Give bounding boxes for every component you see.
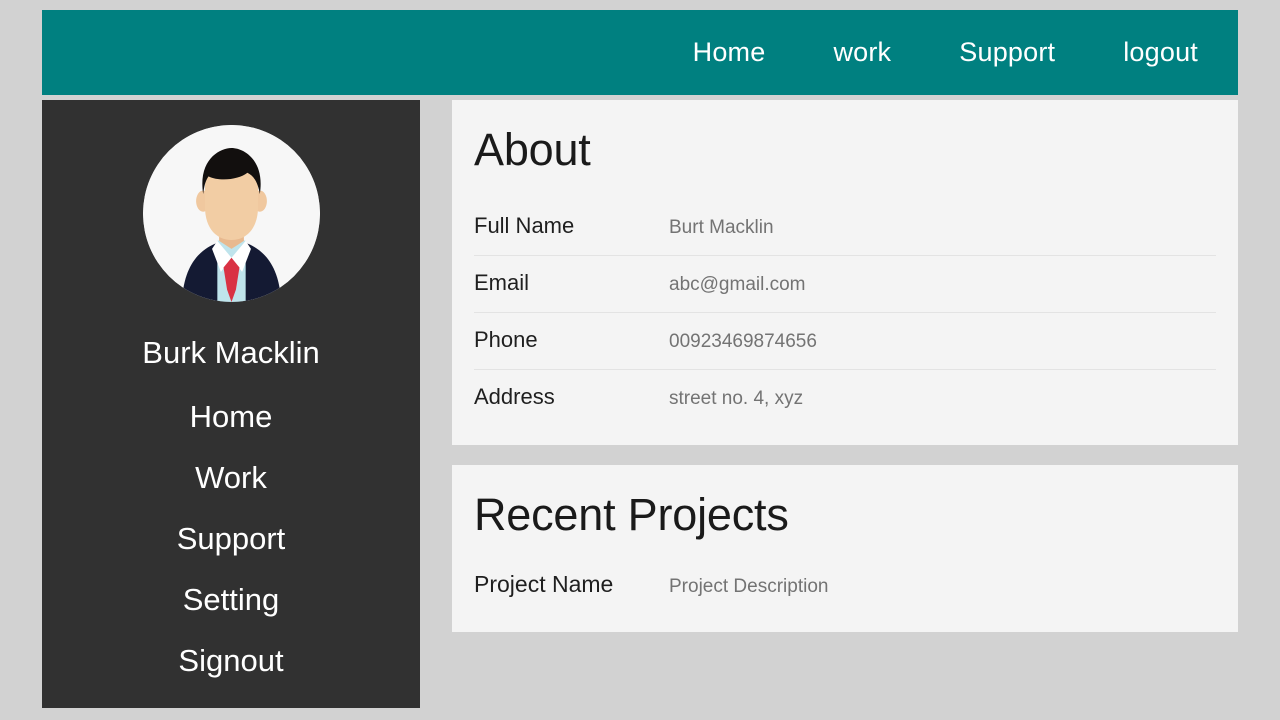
sidebar-menu: Home Work Support Setting Signout [42,386,420,691]
top-navigation-bar: Home work Support logout [42,10,1238,95]
about-value-address: street no. 4, xyz [669,387,804,409]
recent-projects-title: Recent Projects [474,489,789,541]
recent-projects-card: Recent Projects Project Name Project Des… [452,465,1238,633]
project-row: Project Name Project Description [474,565,1216,613]
nav-link-support[interactable]: Support [959,39,1055,66]
sidebar-item-setting[interactable]: Setting [42,569,420,630]
sidebar: Burk Macklin Home Work Support Setting S… [42,100,420,708]
sidebar-item-work[interactable]: Work [42,447,420,508]
about-label-full-name: Full Name [474,213,575,239]
project-value-description: Project Description [669,575,829,597]
about-row-address: Address street no. 4, xyz [474,370,1216,426]
project-label-name: Project Name [474,570,614,597]
main-content: About Full Name Burt Macklin Email abc@g… [452,100,1238,633]
about-label-address: Address [474,383,555,409]
about-card: About Full Name Burt Macklin Email abc@g… [452,100,1238,446]
nav-link-home[interactable]: Home [693,39,766,66]
about-label-phone: Phone [474,326,538,352]
user-avatar-businessman-icon [142,125,320,302]
sidebar-link-signout-label[interactable]: Signout [42,630,420,691]
about-value-email: abc@gmail.com [669,274,806,296]
nav-link-logout[interactable]: logout [1123,39,1198,66]
sidebar-link-home-label[interactable]: Home [42,386,420,447]
about-title: About [474,124,591,175]
about-label-email: Email [474,270,530,296]
about-row-email: Email abc@gmail.com [474,256,1216,313]
sidebar-link-setting-label[interactable]: Setting [42,569,420,630]
sidebar-link-work-label[interactable]: Work [42,447,420,508]
app-root: Home work Support logout Burk Macklin Ho… [0,0,1280,720]
avatar [142,125,320,302]
sidebar-link-support-label[interactable]: Support [42,508,420,569]
nav-link-work[interactable]: work [833,39,891,66]
about-row-phone: Phone 00923469874656 [474,313,1216,370]
sidebar-item-signout[interactable]: Signout [42,630,420,691]
about-value-full-name: Burt Macklin [669,217,774,239]
about-row-full-name: Full Name Burt Macklin [474,199,1216,257]
sidebar-user-name: Burk Macklin [142,335,320,370]
about-value-phone: 00923469874656 [669,330,817,352]
sidebar-item-support[interactable]: Support [42,508,420,569]
sidebar-item-home[interactable]: Home [42,386,420,447]
